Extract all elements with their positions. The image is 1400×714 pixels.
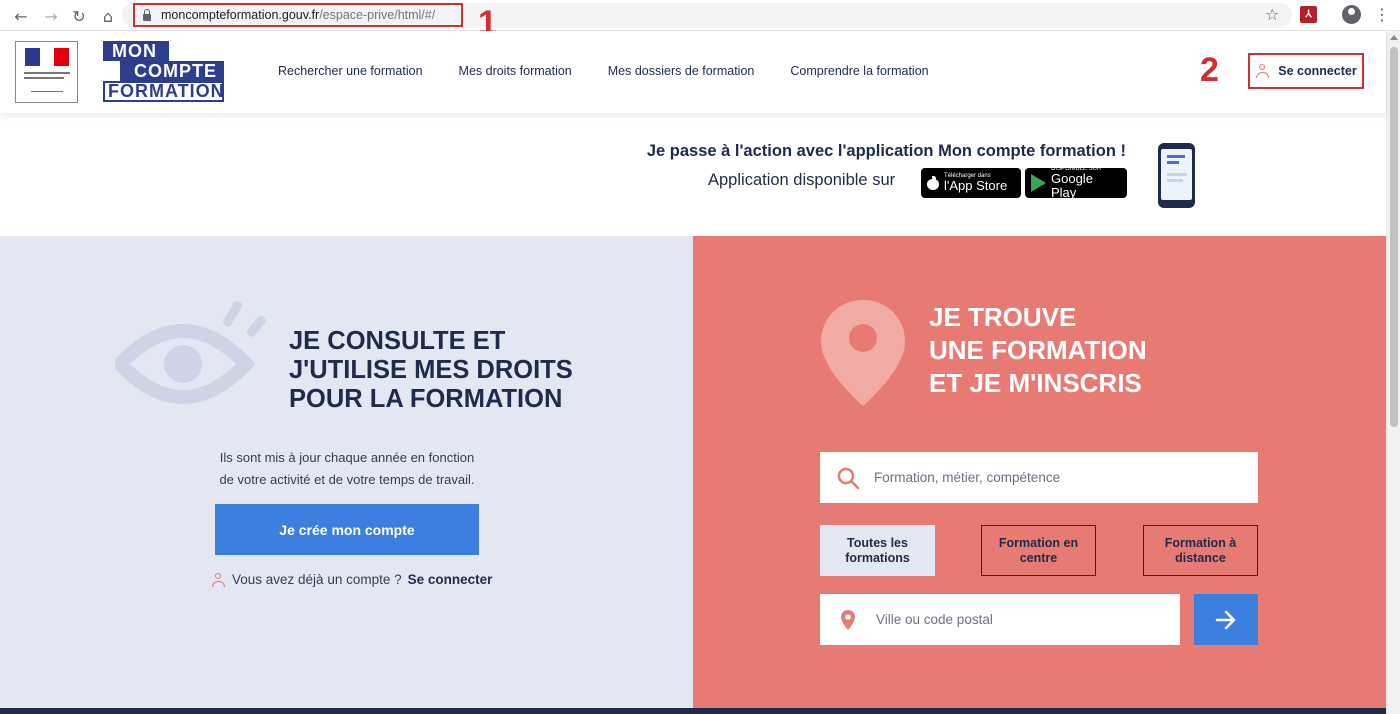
annotation-number-2: 2 bbox=[1200, 51, 1219, 89]
kebab-menu-icon[interactable]: ⋮ bbox=[1374, 5, 1390, 24]
phone-app-illustration bbox=[1158, 143, 1195, 208]
lock-icon bbox=[143, 8, 151, 21]
logo-line-1: MON bbox=[103, 41, 169, 61]
apple-icon bbox=[927, 176, 939, 190]
logo-line-3: FORMATION bbox=[103, 81, 224, 102]
location-pin-icon bbox=[821, 300, 905, 406]
city-postal-placeholder: Ville ou code postal bbox=[876, 612, 993, 627]
login-button[interactable]: Se connecter bbox=[1248, 53, 1364, 89]
promo-subtitle: Application disponible sur bbox=[708, 171, 896, 189]
back-arrow-icon[interactable]: ← bbox=[10, 5, 32, 27]
search-icon bbox=[837, 467, 860, 489]
footer-band bbox=[0, 708, 1386, 714]
city-postal-input[interactable]: Ville ou code postal bbox=[820, 594, 1180, 645]
app-store-button[interactable]: Télécharger dans l'App Store bbox=[921, 168, 1021, 198]
star-icon[interactable]: ☆ bbox=[1265, 5, 1279, 24]
arrow-right-icon bbox=[1215, 610, 1236, 629]
filter-distance[interactable]: Formation à distance bbox=[1143, 525, 1258, 576]
url-host: moncompteformation.gouv.fr bbox=[161, 8, 320, 22]
filter-center-line-1: Formation en bbox=[998, 535, 1079, 550]
app-promo-banner: Je passe à l'action avec l'application M… bbox=[0, 113, 1386, 236]
french-flag-icon bbox=[25, 48, 69, 66]
filter-all-line-2: formations bbox=[845, 550, 910, 565]
home-icon[interactable]: ⌂ bbox=[97, 5, 119, 27]
filter-distance-line-1: Formation à bbox=[1164, 535, 1237, 550]
consult-title-line-3: POUR LA FORMATION bbox=[289, 385, 563, 413]
training-search-input[interactable]: Formation, métier, compétence bbox=[820, 452, 1258, 503]
filter-distance-line-2: distance bbox=[1175, 550, 1226, 565]
consult-rights-description: Ils sont mis à jour chaque année en fonc… bbox=[200, 447, 494, 491]
nav-comprendre-formation[interactable]: Comprendre la formation bbox=[790, 64, 928, 78]
url-highlight-box[interactable]: moncompteformation.gouv.fr/espace-prive/… bbox=[133, 3, 463, 27]
browser-toolbar: ← → ↻ ⌂ moncompteformation.gouv.fr/espac… bbox=[0, 0, 1400, 40]
consult-rights-panel: JE CONSULTE ET J'UTILISE MES DROITS POUR… bbox=[0, 236, 693, 708]
eye-icon bbox=[115, 300, 266, 404]
filter-all-trainings[interactable]: Toutes les formations bbox=[820, 525, 935, 576]
pdf-extension-icon[interactable]: ⅄ bbox=[1300, 6, 1317, 23]
scrollbar-thumb[interactable] bbox=[1390, 47, 1398, 427]
training-search-placeholder: Formation, métier, compétence bbox=[874, 470, 1061, 485]
find-training-panel: JE TROUVE UNE FORMATION ET JE M'INSCRIS … bbox=[693, 236, 1386, 708]
desc-line-1: Ils sont mis à jour chaque année en fonc… bbox=[219, 450, 475, 465]
forward-arrow-icon[interactable]: → bbox=[40, 5, 62, 27]
site-header: MON COMPTE FORMATION Rechercher une form… bbox=[0, 31, 1386, 113]
filter-in-center[interactable]: Formation en centre bbox=[981, 525, 1096, 576]
page-scrollbar[interactable] bbox=[1386, 31, 1400, 714]
mon-compte-formation-logo[interactable]: MON COMPTE FORMATION bbox=[103, 41, 224, 102]
main-navigation: Rechercher une formation Mes droits form… bbox=[278, 64, 929, 78]
consult-title-line-1: JE CONSULTE ET bbox=[289, 327, 506, 355]
person-icon bbox=[1255, 64, 1270, 78]
find-title-line-2: UNE FORMATION bbox=[929, 335, 1147, 365]
location-pin-icon bbox=[841, 609, 855, 630]
scroll-up-icon[interactable] bbox=[1390, 35, 1398, 40]
url-path: /espace-prive/html/#/ bbox=[319, 8, 436, 22]
logo-line-2: COMPTE bbox=[120, 61, 224, 81]
nav-mes-droits-formation[interactable]: Mes droits formation bbox=[459, 64, 572, 78]
google-play-button[interactable]: DISPONIBLE SUR Google Play bbox=[1025, 166, 1127, 200]
existing-account-row: Vous avez déjà un compte ? Se connecter bbox=[211, 572, 492, 587]
app-store-big-label: l'App Store bbox=[944, 177, 1008, 193]
existing-account-login-link[interactable]: Se connecter bbox=[408, 572, 493, 587]
search-submit-button[interactable] bbox=[1194, 594, 1258, 645]
find-title-line-3: ET JE M'INSCRIS bbox=[929, 368, 1142, 398]
nav-rechercher-formation[interactable]: Rechercher une formation bbox=[278, 64, 423, 78]
profile-icon[interactable] bbox=[1342, 5, 1361, 24]
reload-icon[interactable]: ↻ bbox=[68, 5, 90, 27]
filter-all-line-1: Toutes les bbox=[847, 535, 908, 550]
create-account-button[interactable]: Je crée mon compte bbox=[215, 504, 479, 555]
promo-title: Je passe à l'action avec l'application M… bbox=[646, 142, 1126, 160]
filter-center-line-2: centre bbox=[1019, 550, 1058, 565]
find-training-title: JE TROUVE UNE FORMATION ET JE M'INSCRIS bbox=[929, 301, 1147, 400]
person-icon bbox=[211, 572, 226, 587]
google-play-icon bbox=[1031, 174, 1046, 192]
consult-title-line-2: J'UTILISE MES DROITS bbox=[289, 356, 573, 384]
find-title-line-1: JE TROUVE bbox=[929, 302, 1077, 332]
google-play-big-label: Google Play bbox=[1051, 170, 1093, 200]
nav-mes-dossiers-formation[interactable]: Mes dossiers de formation bbox=[608, 64, 755, 78]
consult-rights-title: JE CONSULTE ET J'UTILISE MES DROITS POUR… bbox=[289, 327, 573, 414]
republique-francaise-logo[interactable] bbox=[15, 41, 78, 103]
desc-line-2: de votre activité et de votre temps de t… bbox=[219, 472, 475, 487]
login-button-label: Se connecter bbox=[1278, 64, 1357, 78]
existing-account-text: Vous avez déjà un compte ? bbox=[232, 572, 402, 587]
